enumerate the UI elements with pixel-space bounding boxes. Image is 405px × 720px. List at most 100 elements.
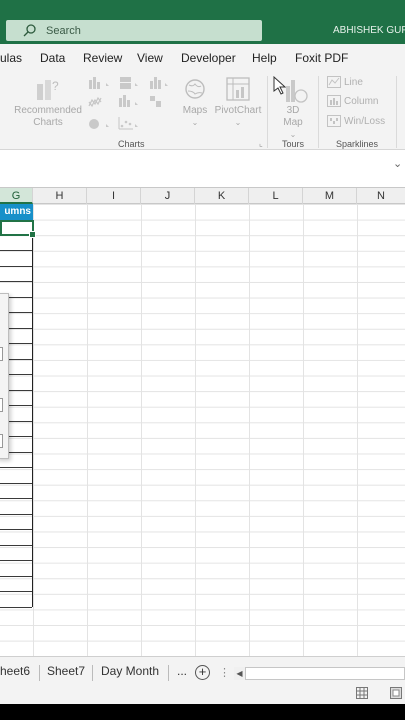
table-row[interactable] bbox=[0, 236, 32, 251]
title-bar: Search ABHISHEK GUPT bbox=[0, 0, 405, 44]
sparkline-winloss-button[interactable]: Win/Loss bbox=[327, 115, 385, 127]
table-row[interactable] bbox=[0, 546, 32, 561]
tab-foxit-pdf[interactable]: Foxit PDF bbox=[295, 51, 348, 65]
normal-view-icon[interactable] bbox=[356, 687, 368, 699]
3d-map-label-1: 3D bbox=[286, 105, 300, 116]
tab-divider bbox=[168, 665, 169, 681]
table-row[interactable] bbox=[0, 561, 32, 577]
table-row[interactable] bbox=[0, 530, 32, 546]
sparkline-column-button[interactable]: Column bbox=[327, 95, 378, 107]
column-header-j[interactable]: J bbox=[141, 188, 195, 204]
tab-data[interactable]: Data bbox=[40, 51, 65, 65]
column-header-k[interactable]: K bbox=[195, 188, 249, 204]
status-bar bbox=[0, 686, 405, 704]
recommended-charts-icon: ? bbox=[37, 79, 59, 100]
recommended-charts-label-1: Recommended bbox=[14, 105, 82, 116]
sparkline-line-label: Line bbox=[344, 76, 363, 88]
sheet-tab-sheet7[interactable]: Sheet7 bbox=[47, 664, 85, 678]
sparkline-line-icon bbox=[327, 76, 341, 88]
new-sheet-plus-icon[interactable]: + bbox=[195, 665, 210, 680]
sheet-tab-sheet6[interactable]: heet6 bbox=[0, 664, 30, 678]
ribbon-insert: ? Recommended Charts Maps ⌄ PivotChart ⌄… bbox=[0, 72, 405, 150]
gridline bbox=[141, 204, 142, 656]
gridline bbox=[33, 204, 34, 656]
pivotchart-dropdown-icon[interactable]: ⌄ bbox=[231, 117, 245, 129]
maps-button[interactable]: Maps bbox=[178, 105, 212, 117]
sparkline-winloss-label: Win/Loss bbox=[344, 115, 386, 127]
recommended-charts-button[interactable]: Recommended Charts bbox=[12, 105, 84, 129]
column-header-m[interactable]: M bbox=[303, 188, 357, 204]
charts-group-label: Charts bbox=[118, 139, 145, 149]
gridline bbox=[195, 204, 196, 656]
table-row[interactable] bbox=[0, 251, 32, 267]
chart-type-icons[interactable] bbox=[88, 76, 178, 132]
table-row[interactable] bbox=[0, 484, 32, 499]
search-placeholder: Search bbox=[46, 24, 81, 37]
ribbon-separator bbox=[396, 76, 397, 148]
3d-map-label-2: Map bbox=[283, 117, 303, 128]
sparkline-column-label: Column bbox=[344, 95, 379, 107]
tours-group-label: Tours bbox=[282, 139, 305, 149]
horizontal-scrollbar[interactable] bbox=[234, 667, 405, 680]
table-row[interactable] bbox=[0, 468, 32, 484]
sheet-tab-day-month[interactable]: Day Month bbox=[101, 664, 159, 678]
charts-dialog-launcher-icon[interactable]: ⌞ bbox=[259, 139, 263, 148]
table-row[interactable] bbox=[0, 577, 32, 592]
dialog-field[interactable] bbox=[0, 398, 3, 412]
tab-divider bbox=[92, 665, 93, 681]
recommended-charts-label-2: Charts bbox=[33, 117, 63, 128]
column-header-l[interactable]: L bbox=[249, 188, 303, 204]
sheet-tabs-bar: heet6 Sheet7 Day Month ... + ⋮ ◀ bbox=[0, 656, 405, 686]
active-cell[interactable] bbox=[0, 220, 36, 238]
more-sheets-button[interactable]: ... bbox=[177, 664, 187, 678]
sparklines-group-label: Sparklines bbox=[336, 139, 379, 149]
tab-view[interactable]: View bbox=[137, 51, 163, 65]
tab-divider bbox=[39, 665, 40, 681]
tab-formulas[interactable]: ulas bbox=[0, 51, 22, 65]
dialog-edge[interactable] bbox=[0, 293, 9, 459]
search-box[interactable]: Search bbox=[6, 20, 262, 41]
collapse-ribbon-icon[interactable]: ⌄ bbox=[393, 157, 402, 170]
search-icon bbox=[23, 24, 36, 37]
sparkline-line-button[interactable]: Line bbox=[327, 76, 363, 88]
3d-map-button[interactable]: 3D Map bbox=[278, 105, 308, 129]
excel-window: Search ABHISHEK GUPT ulas Data Review Vi… bbox=[0, 0, 405, 720]
svg-text:?: ? bbox=[52, 79, 59, 93]
gridline bbox=[87, 204, 88, 656]
pivotchart-button[interactable]: PivotChart bbox=[212, 105, 264, 117]
ribbon-tabs: ulas Data Review View Developer Help Fox… bbox=[0, 44, 405, 72]
column-header-n[interactable]: N bbox=[357, 188, 405, 204]
scroll-left-arrow-icon[interactable]: ◀ bbox=[234, 667, 246, 680]
table-row[interactable] bbox=[0, 515, 32, 530]
column-header-g[interactable]: G bbox=[0, 188, 33, 204]
tab-review[interactable]: Review bbox=[83, 51, 122, 65]
table-row[interactable] bbox=[0, 267, 32, 282]
column-header-i[interactable]: I bbox=[87, 188, 141, 204]
pivotchart-icon bbox=[226, 77, 250, 101]
gridline bbox=[357, 204, 358, 656]
bottom-edge bbox=[0, 704, 405, 720]
sparkline-winloss-icon bbox=[327, 115, 341, 127]
3d-map-icon bbox=[273, 76, 308, 103]
globe-icon bbox=[185, 79, 205, 99]
tab-developer[interactable]: Developer bbox=[181, 51, 236, 65]
ribbon-separator bbox=[318, 76, 319, 148]
gridline bbox=[249, 204, 250, 656]
user-name[interactable]: ABHISHEK GUPT bbox=[333, 25, 405, 36]
cell-grid[interactable] bbox=[0, 204, 405, 656]
page-layout-view-icon[interactable] bbox=[390, 687, 402, 699]
table-header-cell[interactable]: umns bbox=[0, 204, 33, 220]
sparkline-column-icon bbox=[327, 95, 341, 107]
formula-bar-area bbox=[0, 151, 405, 187]
dialog-field[interactable] bbox=[0, 347, 3, 361]
ribbon-separator bbox=[267, 76, 268, 148]
dialog-field[interactable] bbox=[0, 434, 3, 448]
gridline bbox=[303, 204, 304, 656]
column-headers: G H I J K L M N bbox=[0, 187, 405, 204]
tab-help[interactable]: Help bbox=[252, 51, 277, 65]
tab-splitter-icon[interactable]: ⋮ bbox=[219, 666, 230, 679]
column-header-h[interactable]: H bbox=[33, 188, 87, 204]
maps-dropdown-icon[interactable]: ⌄ bbox=[188, 117, 202, 129]
table-row[interactable] bbox=[0, 499, 32, 515]
table-row[interactable] bbox=[0, 592, 32, 608]
